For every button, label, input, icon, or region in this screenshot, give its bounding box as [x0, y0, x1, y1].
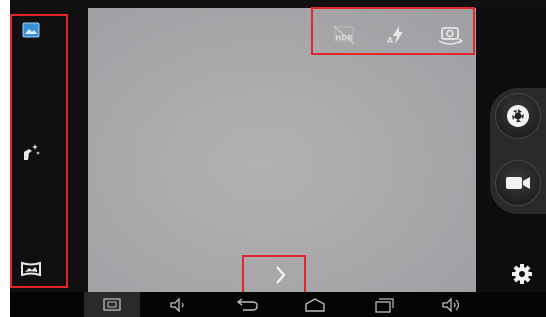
- nav-screenshot-button[interactable]: [84, 292, 140, 317]
- video-camera-icon: [506, 177, 530, 189]
- shutter-button[interactable]: [495, 93, 541, 139]
- video-record-button[interactable]: [495, 160, 541, 206]
- recent-apps-icon[interactable]: [370, 296, 396, 314]
- volume-up-icon[interactable]: [440, 296, 464, 314]
- top-controls-highlight: [311, 7, 475, 55]
- home-icon[interactable]: [302, 296, 328, 314]
- expand-highlight: [242, 255, 306, 294]
- gear-icon[interactable]: [510, 262, 534, 286]
- left-controls-highlight: [10, 14, 68, 288]
- back-arrow-icon[interactable]: [233, 296, 259, 314]
- volume-down-icon[interactable]: [168, 296, 190, 314]
- screenshot-icon: [103, 298, 121, 311]
- shutter-aperture-icon: [507, 105, 529, 127]
